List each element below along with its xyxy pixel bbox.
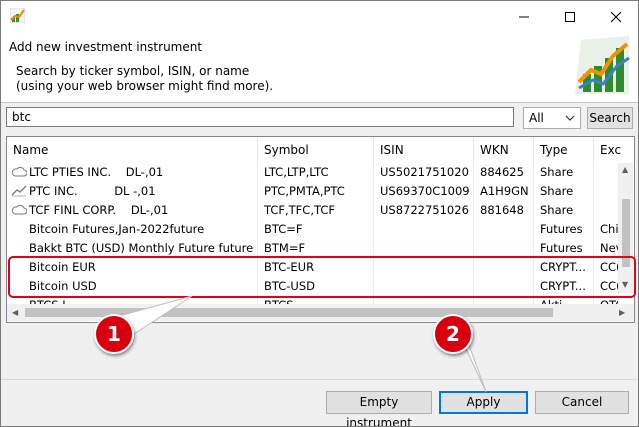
minimize-icon: [519, 16, 529, 17]
cell-text: BTM=F: [264, 241, 306, 255]
add-instrument-dialog: Add new investment instrument Search by …: [0, 0, 639, 427]
cell-text: TCF FINL CORP. DL-,01: [29, 203, 169, 217]
column-header-exchange[interactable]: Exc: [594, 137, 634, 163]
cloud-icon: [11, 165, 28, 178]
dialog-header: Add new investment instrument Search by …: [1, 32, 638, 102]
cell-type: Share: [534, 182, 594, 201]
step-badge-2: 2: [433, 314, 473, 354]
cell-text: 884625: [480, 165, 524, 179]
cell-text: Futures: [540, 222, 583, 236]
cell-name: PTC INC. DL -,01: [7, 182, 258, 201]
chart-line-icon: [11, 184, 27, 197]
title-bar[interactable]: [1, 1, 638, 32]
cell-text: Futures: [540, 241, 583, 255]
cell-name: LTC PTIES INC. DL-,01: [7, 163, 258, 182]
table-row[interactable]: Bitcoin Futures,Jan-2022future BTC=F Futur…: [7, 220, 619, 239]
cell-text: PTC,PMTA,PTC: [264, 184, 345, 198]
cell-exchange: [594, 182, 619, 201]
maximize-icon: [565, 11, 575, 22]
column-header-name[interactable]: Name: [7, 137, 258, 163]
column-header-isin[interactable]: ISIN: [374, 137, 474, 163]
cell-text: US69370C1009: [380, 184, 470, 198]
cell-wkn: 884625: [474, 163, 534, 182]
cell-isin: US69370C1009: [374, 182, 474, 201]
cell-type: Share: [534, 163, 594, 182]
cell-symbol: TCF,TFC,TCF: [258, 201, 374, 220]
instrument-type-select[interactable]: All: [523, 107, 581, 129]
scroll-right-icon[interactable]: ▶: [619, 309, 625, 317]
cell-wkn: 881648: [474, 201, 534, 220]
cell-wkn: [474, 220, 534, 239]
cloud-icon: [11, 203, 28, 216]
blank-icon: [11, 241, 27, 254]
table-row[interactable]: TCF FINL CORP. DL-,01 TCF,TFC,TCF US872275…: [7, 201, 619, 220]
close-icon: [610, 11, 622, 22]
highlight-box: [8, 256, 636, 298]
cell-wkn: A1H9GN: [474, 182, 534, 201]
close-button[interactable]: [593, 1, 638, 32]
cell-text: TCF,TFC,TCF: [264, 203, 335, 217]
cancel-button[interactable]: Cancel: [535, 391, 629, 414]
cell-text: Share: [540, 203, 574, 217]
button-bar-divider: [1, 379, 638, 380]
column-header-symbol[interactable]: Symbol: [258, 137, 374, 163]
cell-name: TCF FINL CORP. DL-,01: [7, 201, 258, 220]
column-header-type[interactable]: Type: [534, 137, 594, 163]
cell-text: US8722751026: [380, 203, 469, 217]
cell-text: Chi: [600, 222, 619, 236]
column-header-wkn[interactable]: WKN: [474, 137, 534, 163]
cell-isin: US8722751026: [374, 201, 474, 220]
cell-symbol: LTC,LTP,LTC: [258, 163, 374, 182]
search-input[interactable]: [6, 107, 514, 127]
cell-text: 881648: [480, 203, 524, 217]
cell-text: LTC PTIES INC. DL-,01: [29, 165, 164, 179]
cell-text: PTC INC. DL -,01: [29, 184, 156, 198]
cell-isin: US5021751020: [374, 163, 474, 182]
dialog-title: Add new investment instrument: [9, 40, 203, 54]
cell-symbol: PTC,PMTA,PTC: [258, 182, 374, 201]
cell-exchange: [594, 201, 619, 220]
table-row[interactable]: LTC PTIES INC. DL-,01 LTC,LTP,LTC US502175…: [7, 163, 619, 182]
step-badge-1: 1: [94, 314, 134, 354]
minimize-button[interactable]: [501, 1, 547, 32]
scroll-up-icon[interactable]: ▲: [622, 166, 628, 174]
cell-text: Nev: [600, 241, 618, 255]
header-divider: [1, 102, 638, 103]
search-button[interactable]: Search: [587, 107, 633, 129]
apply-button[interactable]: Apply: [439, 391, 528, 414]
cell-text: US5021751020: [380, 165, 469, 179]
instrument-type-selected: All: [529, 111, 544, 125]
maximize-button[interactable]: [547, 1, 593, 32]
empty-instrument-button[interactable]: Empty instrument: [326, 391, 432, 426]
cell-exchange: Chi: [594, 220, 619, 239]
cell-text: Share: [540, 165, 574, 179]
table-row[interactable]: PTC INC. DL -,01 PTC,PMTA,PTC US69370C1009…: [7, 182, 619, 201]
cell-text: A1H9GN: [480, 184, 529, 198]
dialog-description-line2: (using your web browser might find more)…: [16, 79, 274, 93]
cell-text: Bitcoin Futures,Jan-2022future: [29, 222, 205, 236]
blank-icon: [11, 222, 27, 235]
cell-type: Futures: [534, 220, 594, 239]
portfolio-chart-icon: [10, 8, 25, 23]
cell-name: Bitcoin Futures,Jan-2022future: [7, 220, 258, 239]
dialog-description-line1: Search by ticker symbol, ISIN, or name: [16, 64, 250, 78]
scroll-left-icon[interactable]: ◀: [12, 309, 18, 317]
cell-isin: [374, 220, 474, 239]
cell-text: Share: [540, 184, 574, 198]
cell-type: Share: [534, 201, 594, 220]
cell-text: BTC=F: [264, 222, 303, 236]
chevron-down-icon: [565, 115, 575, 121]
table-header: Name Symbol ISIN WKN Type Exc: [7, 137, 634, 163]
cell-text: LTC,LTP,LTC: [264, 165, 329, 179]
growth-chart-logo: [575, 36, 630, 94]
cell-exchange: [594, 163, 619, 182]
cell-symbol: BTC=F: [258, 220, 374, 239]
cell-text: Bakkt BTC (USD) Monthly Future future: [29, 241, 254, 255]
